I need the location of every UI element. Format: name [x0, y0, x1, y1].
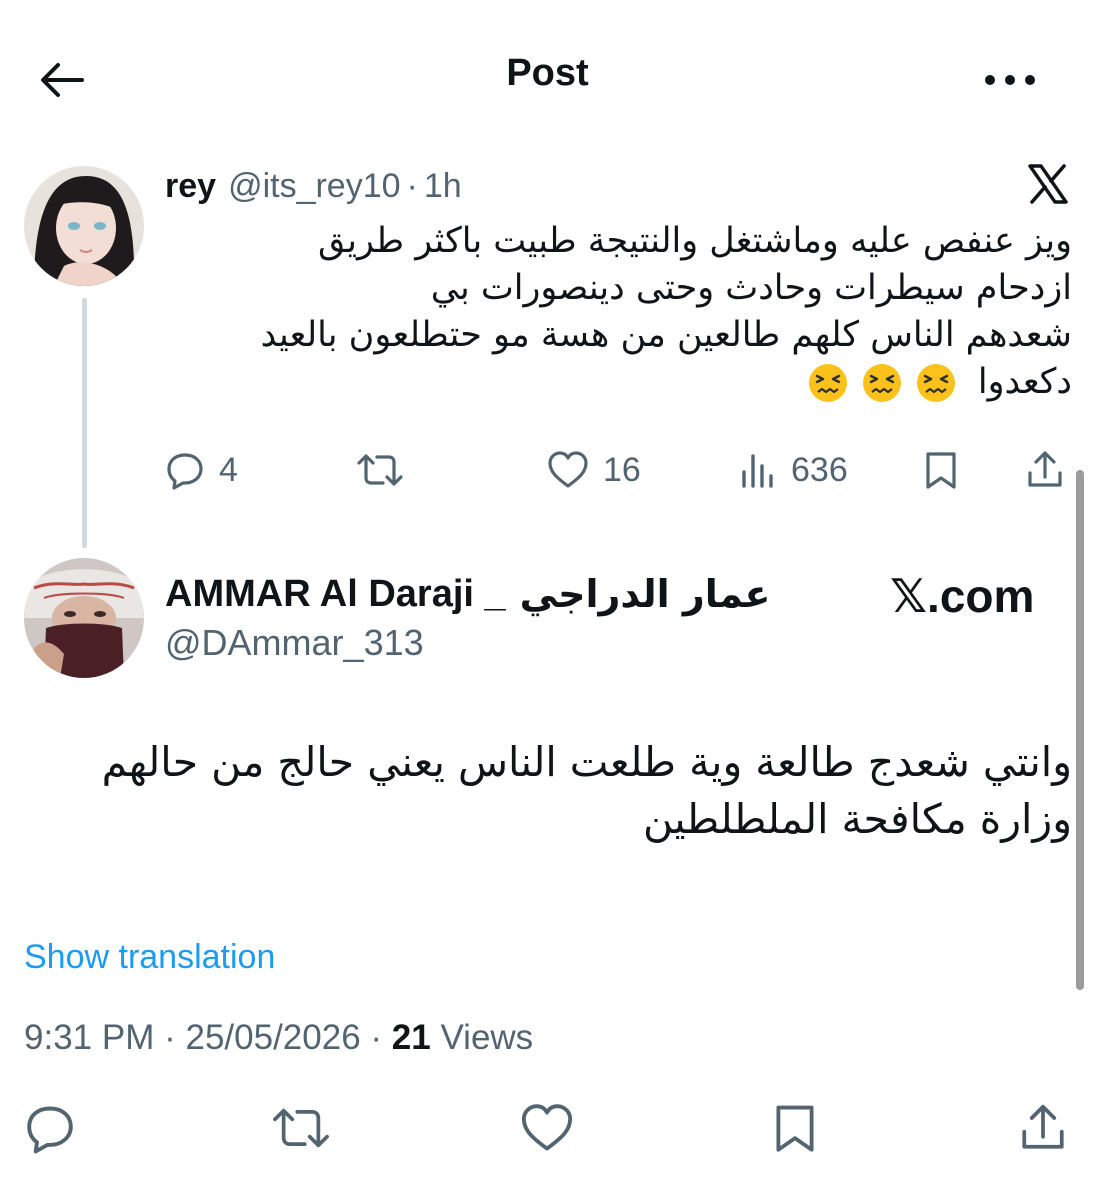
repost-button[interactable]: [355, 440, 405, 500]
author-name-arabic: عمار الدراجي: [519, 572, 771, 616]
x-logo-icon: [1028, 164, 1068, 204]
thread-connector-line: [82, 298, 87, 548]
parent-text-line-last: دكعدوا: [165, 359, 1072, 406]
avatar-illustration: [24, 166, 144, 286]
parent-tweet-text: ويز عنفص عليه وماشتغل والنتيجة طبيت باكث…: [165, 218, 1072, 406]
arrow-left-icon: [41, 63, 84, 97]
meta-separator: ·: [406, 166, 418, 205]
like-count: 16: [603, 450, 641, 489]
parent-display-name[interactable]: rey: [165, 167, 216, 206]
more-horizontal-icon: [985, 75, 1035, 85]
share-button[interactable]: [1025, 440, 1065, 500]
author-display-name[interactable]: AMMAR Al Daraji _ عمار الدراجي: [165, 568, 770, 620]
like-button[interactable]: 16: [547, 440, 641, 500]
parent-text-line: ويز عنفص عليه وماشتغل والنتيجة طبيت باكث…: [318, 221, 1072, 261]
repost-icon: [357, 454, 403, 486]
heart-icon: [548, 451, 588, 488]
meta-separator: ·: [164, 1018, 176, 1057]
repost-icon: [273, 1108, 329, 1148]
avatar-photo: [24, 558, 144, 678]
reply-button[interactable]: [24, 1096, 76, 1160]
bookmark-icon: [776, 1105, 814, 1152]
parent-avatar[interactable]: [24, 166, 144, 286]
emoji-group: [807, 362, 957, 404]
show-translation-link[interactable]: Show translation: [24, 938, 275, 977]
confounded-face-emoji: [808, 364, 847, 402]
author-avatar[interactable]: [24, 558, 144, 678]
repost-button[interactable]: [270, 1096, 332, 1160]
views-count: 636: [791, 450, 848, 489]
main-tweet-text: وانتي شعدج طالعة وية طلعت الناس يعني حال…: [40, 734, 1072, 848]
main-text-line: وانتي شعدج طالعة وية طلعت الناس يعني حال…: [101, 738, 1072, 786]
more-button[interactable]: [978, 52, 1042, 108]
page-title: Post: [506, 52, 589, 94]
parent-handle[interactable]: @its_rey10: [228, 167, 400, 206]
parent-text-line: ازدحام سيطرات وحادث وحتى دينصورات بي: [430, 268, 1072, 308]
share-icon: [1028, 451, 1062, 487]
author-handle[interactable]: @DAmmar_313: [165, 622, 424, 664]
reply-count: 4: [219, 450, 238, 489]
back-button[interactable]: [34, 52, 90, 108]
xcom-badge: 𝕏.com: [890, 570, 1035, 622]
reply-button[interactable]: 4: [165, 440, 238, 500]
views-total: 21: [391, 1018, 431, 1057]
parent-timestamp[interactable]: 1h: [424, 167, 462, 206]
main-action-bar: [0, 1096, 1095, 1160]
top-bar: Post: [0, 0, 1095, 150]
parent-tweet-header: rey @its_rey10 · 1h: [165, 164, 462, 208]
tweet-time[interactable]: 9:31 PM: [24, 1018, 154, 1057]
share-icon: [1022, 1104, 1064, 1149]
confounded-face-emoji: [862, 364, 901, 402]
bookmark-icon: [926, 452, 956, 489]
views-button[interactable]: 636: [739, 440, 848, 500]
reply-icon: [167, 453, 203, 490]
confounded-face-emoji: [916, 364, 955, 402]
parent-action-bar: 4 16 636: [165, 440, 1075, 500]
parent-text-line: شعدهم الناس كلهم طالعين من هسة مو حتطلعو…: [260, 315, 1072, 355]
main-text-line: وزارة مكافحة الملطلطين: [642, 795, 1072, 843]
analytics-icon: [742, 454, 773, 488]
reply-icon: [27, 1106, 73, 1154]
author-name-latin: AMMAR Al Daraji _: [165, 572, 506, 615]
bookmark-button[interactable]: [923, 440, 959, 500]
views-label: Views: [440, 1018, 534, 1057]
like-button[interactable]: [520, 1096, 574, 1160]
bookmark-button[interactable]: [772, 1096, 818, 1160]
parent-text-final-word: دكعدوا: [977, 362, 1072, 402]
share-button[interactable]: [1018, 1096, 1068, 1160]
tweet-date[interactable]: 25/05/2026: [185, 1018, 360, 1057]
meta-separator: ·: [370, 1018, 383, 1057]
heart-icon: [521, 1104, 573, 1151]
scrollbar-thumb[interactable]: [1076, 470, 1084, 990]
tweet-metadata: 9:31 PM · 25/05/2026 · 21 Views: [24, 1018, 533, 1058]
